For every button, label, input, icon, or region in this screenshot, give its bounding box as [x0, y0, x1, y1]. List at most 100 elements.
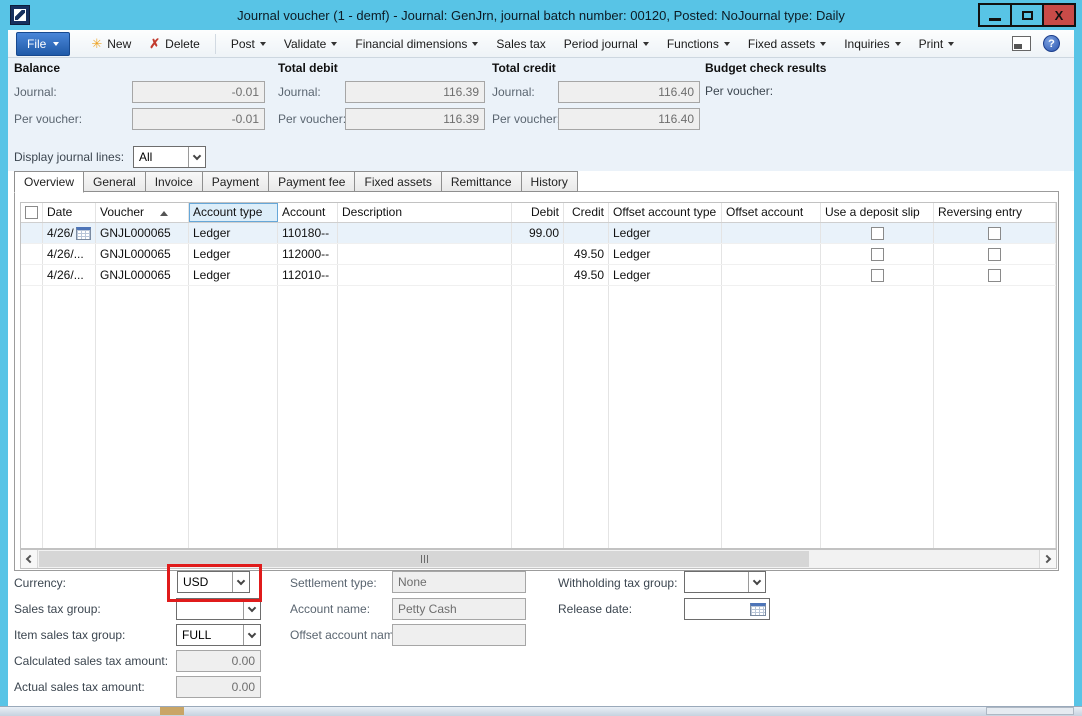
tab-history[interactable]: History	[522, 171, 578, 192]
description-cell[interactable]	[338, 244, 512, 264]
account-cell[interactable]: 110180--	[278, 223, 338, 243]
use-deposit-slip-checkbox[interactable]	[871, 227, 884, 240]
new-icon: ✳	[91, 36, 102, 52]
credit-pervoucher-field: 116.40	[558, 108, 700, 130]
select-all-checkbox[interactable]	[25, 206, 38, 219]
tab-invoice[interactable]: Invoice	[146, 171, 203, 192]
horizontal-scrollbar[interactable]	[20, 549, 1057, 569]
account-type-cell[interactable]: Ledger	[189, 223, 278, 243]
withholding-tax-group-dropdown[interactable]	[684, 571, 766, 593]
account-cell[interactable]: 112000--	[278, 244, 338, 264]
credit-cell[interactable]	[564, 223, 609, 243]
voucher-cell[interactable]: GNJL000065	[96, 223, 189, 243]
layout-pane-icon[interactable]	[1012, 36, 1031, 51]
menu-print[interactable]: Print	[910, 32, 964, 56]
column-header-offset-account-type[interactable]: Offset account type	[609, 203, 722, 222]
calendar-icon[interactable]	[750, 603, 766, 616]
debit-cell[interactable]	[512, 244, 564, 264]
credit-cell[interactable]: 49.50	[564, 244, 609, 264]
dropdown-button[interactable]	[188, 147, 205, 167]
table-row[interactable]: 4/26/... GNJL000065 Ledger 112010-- 49.5…	[21, 265, 1056, 286]
column-header-offset-account[interactable]: Offset account	[722, 203, 821, 222]
delete-button[interactable]: ✗ Delete	[140, 32, 209, 56]
help-icon[interactable]: ?	[1043, 35, 1060, 52]
column-header-use-deposit-slip[interactable]: Use a deposit slip	[821, 203, 934, 222]
column-header-reversing-entry[interactable]: Reversing entry	[934, 203, 1056, 222]
calendar-icon[interactable]	[76, 227, 91, 240]
toolbar-separator	[215, 34, 216, 54]
menu-validate[interactable]: Validate	[275, 32, 346, 56]
column-header-voucher[interactable]: Voucher	[96, 203, 189, 222]
menu-post[interactable]: Post	[222, 32, 275, 56]
offset-account-cell[interactable]	[722, 223, 821, 243]
release-date-field[interactable]	[684, 598, 770, 620]
tab-general[interactable]: General	[84, 171, 146, 192]
balance-pervoucher-field: -0.01	[132, 108, 265, 130]
column-header-description[interactable]: Description	[338, 203, 512, 222]
tab-remittance[interactable]: Remittance	[442, 171, 522, 192]
account-cell[interactable]: 112010--	[278, 265, 338, 285]
description-cell[interactable]	[338, 265, 512, 285]
item-sales-tax-group-dropdown[interactable]: FULL	[176, 624, 261, 646]
actual-sales-tax-field: 0.00	[176, 676, 261, 698]
account-name-value: Petty Cash	[398, 602, 457, 616]
row-selector-cell[interactable]	[21, 223, 43, 243]
tab-overview[interactable]: Overview	[14, 171, 84, 193]
column-header-date[interactable]: Date	[43, 203, 96, 222]
scrollbar-thumb[interactable]	[39, 551, 809, 567]
row-selector-cell[interactable]	[21, 244, 43, 264]
column-header-account-type[interactable]: Account type	[189, 203, 278, 222]
new-button[interactable]: ✳ New	[82, 32, 140, 56]
dropdown-button[interactable]	[243, 625, 260, 645]
date-cell[interactable]: 4/26/...	[43, 265, 96, 285]
table-row[interactable]: 4/26/ GNJL000065 Ledger 110180-- 99.00 L…	[21, 223, 1056, 244]
sales-tax-group-dropdown[interactable]	[176, 598, 261, 620]
dropdown-button[interactable]	[243, 599, 260, 619]
file-menu-button[interactable]: File	[16, 32, 70, 56]
scroll-left-button[interactable]	[21, 550, 38, 568]
voucher-cell[interactable]: GNJL000065	[96, 265, 189, 285]
display-journal-lines-dropdown[interactable]: All	[133, 146, 206, 168]
menu-functions[interactable]: Functions	[658, 32, 739, 56]
minimize-button[interactable]	[978, 3, 1012, 27]
debit-cell[interactable]	[512, 265, 564, 285]
menu-period-journal[interactable]: Period journal	[555, 32, 658, 56]
account-type-cell[interactable]: Ledger	[189, 244, 278, 264]
date-cell[interactable]: 4/26/	[43, 223, 96, 243]
credit-cell[interactable]: 49.50	[564, 265, 609, 285]
column-header-credit[interactable]: Credit	[564, 203, 609, 222]
close-button[interactable]: X	[1042, 3, 1076, 27]
row-selector-cell[interactable]	[21, 265, 43, 285]
offset-account-type-cell[interactable]: Ledger	[609, 244, 722, 264]
menu-inquiries[interactable]: Inquiries	[835, 32, 909, 56]
reversing-entry-checkbox[interactable]	[988, 227, 1001, 240]
menu-fixed-assets[interactable]: Fixed assets	[739, 32, 835, 56]
menu-financial-dimensions[interactable]: Financial dimensions	[346, 32, 487, 56]
offset-account-type-cell[interactable]: Ledger	[609, 265, 722, 285]
empty-cell	[278, 286, 338, 548]
reversing-entry-checkbox[interactable]	[988, 248, 1001, 261]
account-type-cell[interactable]: Ledger	[189, 265, 278, 285]
use-deposit-slip-checkbox[interactable]	[871, 269, 884, 282]
dropdown-button[interactable]	[748, 572, 765, 592]
offset-account-type-cell[interactable]: Ledger	[609, 223, 722, 243]
tab-payment[interactable]: Payment	[203, 171, 269, 192]
menu-sales-tax[interactable]: Sales tax	[487, 32, 554, 56]
tab-payment-fee[interactable]: Payment fee	[269, 171, 355, 192]
tab-fixed-assets[interactable]: Fixed assets	[355, 171, 441, 192]
voucher-cell[interactable]: GNJL000065	[96, 244, 189, 264]
date-cell[interactable]: 4/26/...	[43, 244, 96, 264]
debit-cell[interactable]: 99.00	[512, 223, 564, 243]
currency-dropdown[interactable]: USD	[177, 571, 250, 593]
reversing-entry-checkbox[interactable]	[988, 269, 1001, 282]
offset-account-cell[interactable]	[722, 265, 821, 285]
scroll-right-button[interactable]	[1039, 550, 1056, 568]
dropdown-button[interactable]	[232, 572, 249, 592]
description-cell[interactable]	[338, 223, 512, 243]
maximize-button[interactable]	[1010, 3, 1044, 27]
table-row[interactable]: 4/26/... GNJL000065 Ledger 112000-- 49.5…	[21, 244, 1056, 265]
column-header-debit[interactable]: Debit	[512, 203, 564, 222]
column-header-account[interactable]: Account	[278, 203, 338, 222]
use-deposit-slip-checkbox[interactable]	[871, 248, 884, 261]
offset-account-cell[interactable]	[722, 244, 821, 264]
